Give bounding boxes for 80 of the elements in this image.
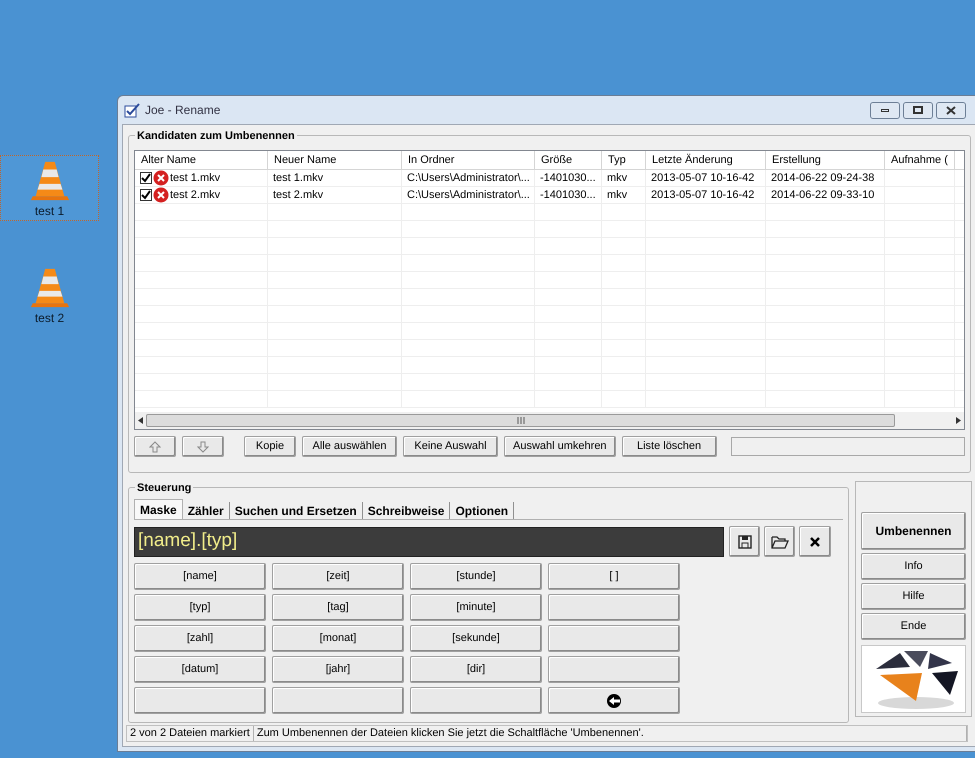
icon-label: test 1 — [34, 203, 64, 220]
clear-button[interactable] — [799, 526, 831, 557]
window-title: Joe - Rename — [145, 102, 220, 119]
checkbox[interactable] — [140, 189, 152, 201]
column-header[interactable]: Neuer Name — [268, 151, 402, 169]
close-icon — [810, 536, 820, 546]
list-action-button[interactable]: Keine Auswahl — [403, 436, 498, 457]
undo-button[interactable] — [548, 687, 680, 714]
icon-label: test 2 — [34, 310, 64, 327]
table-cell-text: test 1.mkv — [170, 170, 220, 186]
close-icon — [946, 106, 956, 114]
tab[interactable]: Maske — [134, 499, 183, 519]
token-button[interactable]: [minute] — [410, 594, 542, 621]
table-cell-text: 2013-05-07 10-16-42 — [651, 188, 754, 203]
table-cell-text: mkv — [607, 188, 628, 203]
arrow-up-icon — [149, 440, 161, 452]
action-button[interactable]: Ende — [861, 613, 966, 640]
column-header[interactable]: Alter Name — [135, 151, 268, 169]
move-down-button[interactable] — [182, 436, 224, 457]
action-button[interactable]: Umbenennen — [861, 512, 966, 550]
error-icon — [153, 187, 169, 203]
token-button[interactable]: [typ] — [134, 594, 266, 621]
table-cell-text: test 2.mkv — [170, 188, 220, 203]
minimize-button[interactable] — [870, 102, 900, 118]
list-action-button[interactable]: Kopie — [244, 436, 296, 457]
token-button[interactable]: [tag] — [272, 594, 404, 621]
column-header[interactable]: In Ordner — [402, 151, 535, 169]
token-button[interactable]: [zeit] — [272, 563, 404, 590]
scroll-left-icon[interactable] — [138, 417, 143, 424]
token-button[interactable]: [ ] — [548, 563, 680, 590]
mask-field[interactable]: [name].[typ] — [134, 526, 724, 556]
table-cell-text: 2013-05-07 10-16-42 — [651, 170, 754, 186]
close-button[interactable] — [936, 102, 966, 118]
token-button[interactable]: [stunde] — [410, 563, 542, 590]
table-cell-text: 2014-06-22 09-33-10 — [771, 188, 874, 203]
table-cell-text: C:\Users\Administrator\... — [407, 188, 530, 203]
grip-icon — [516, 417, 524, 424]
desktop-icon[interactable]: test 2 — [0, 262, 99, 328]
status-text: Zum Umbenennen der Dateien klicken Sie jetzt die Schaltfläche 'Umbenennen'. — [254, 726, 967, 741]
group-title: Steuerung — [135, 480, 194, 496]
empty-button[interactable] — [134, 687, 266, 714]
column-header[interactable]: Aufnahme ( — [885, 151, 955, 169]
table-cell-text: -1401030... — [540, 188, 596, 203]
save-button[interactable] — [729, 526, 760, 557]
token-button[interactable]: [sekunde] — [410, 625, 542, 652]
table-cell-text: mkv — [607, 170, 628, 186]
scroll-right-icon[interactable] — [956, 417, 961, 424]
token-button[interactable]: [zahl] — [134, 625, 266, 652]
column-header[interactable]: Letzte Änderung — [646, 151, 766, 169]
arrow-down-icon — [197, 440, 209, 452]
list-action-button[interactable]: Auswahl umkehren — [504, 436, 616, 457]
token-button[interactable]: [jahr] — [272, 656, 404, 683]
token-button[interactable]: [datum] — [134, 656, 266, 683]
column-header[interactable]: Erstellung — [766, 151, 885, 169]
token-button[interactable]: [monat] — [272, 625, 404, 652]
status-text: 2 von 2 Dateien markiert — [127, 726, 254, 741]
horizontal-scrollbar[interactable] — [135, 412, 964, 429]
list-action-button[interactable]: Alle auswählen — [302, 436, 397, 457]
token-button[interactable]: [name] — [134, 563, 266, 590]
table-cell-text: C:\Users\Administrator\... — [407, 170, 530, 186]
checkbox[interactable] — [140, 172, 152, 184]
empty-button[interactable] — [548, 625, 680, 652]
empty-button[interactable] — [410, 687, 542, 714]
list-action-button[interactable]: Liste löschen — [622, 436, 717, 457]
table-cell-text: test 2.mkv — [273, 188, 324, 203]
move-up-button[interactable] — [134, 436, 176, 457]
empty-button[interactable] — [548, 594, 680, 621]
table-cell-text: 2014-06-22 09-24-38 — [771, 170, 874, 186]
token-button[interactable]: [dir] — [410, 656, 542, 683]
empty-button[interactable] — [272, 687, 404, 714]
open-button[interactable] — [764, 526, 795, 557]
folder-icon — [770, 534, 788, 548]
action-button[interactable]: Info — [861, 553, 966, 580]
action-button[interactable]: Hilfe — [861, 583, 966, 610]
desktop-icon[interactable]: test 1 — [0, 155, 99, 221]
column-header[interactable]: Typ — [602, 151, 646, 169]
table-cell-text: -1401030... — [540, 170, 596, 186]
maximize-button[interactable] — [903, 102, 933, 118]
column-header[interactable]: Größe — [535, 151, 602, 169]
table-cell-text: test 1.mkv — [273, 170, 324, 186]
